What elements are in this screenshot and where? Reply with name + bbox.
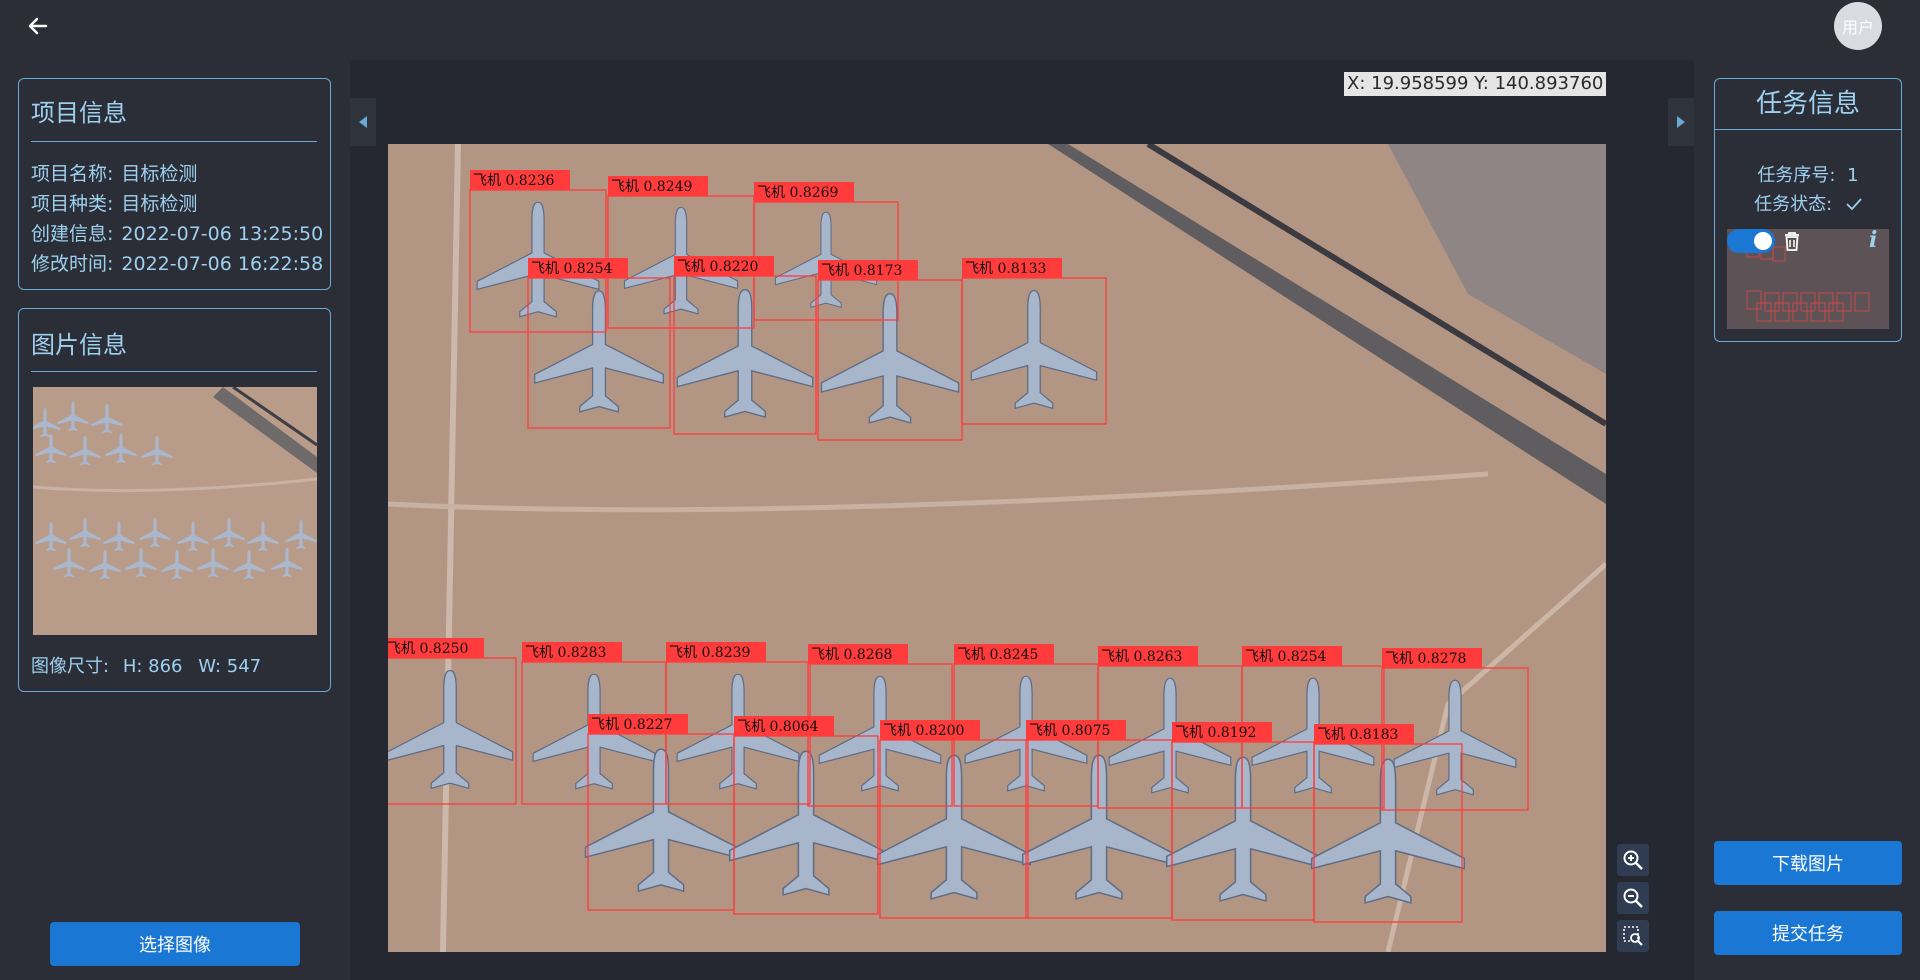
zoom-out-icon <box>1623 888 1643 908</box>
project-name-value: 目标检测 <box>121 163 198 185</box>
check-icon <box>1846 198 1862 211</box>
caret-right-icon <box>1677 116 1685 128</box>
detection-label: 飞机 0.8283 <box>525 645 606 661</box>
detection-label: 飞机 0.8278 <box>1385 651 1466 667</box>
task-status-row: 任务状态: <box>1715 190 1901 216</box>
detection-label: 飞机 0.8254 <box>1245 649 1327 665</box>
modified-label: 修改时间: <box>31 253 114 275</box>
info-icon[interactable]: i <box>1869 227 1889 253</box>
project-info-panel: 项目信息 项目名称: 目标检测 项目种类: 目标检测 创建信息: 2022-07-06… <box>18 78 331 290</box>
detection-label: 飞机 0.8227 <box>591 717 672 733</box>
detection-label: 飞机 0.8268 <box>811 647 892 663</box>
collapse-right-button[interactable] <box>1668 98 1694 146</box>
zoom-selection-button[interactable] <box>1617 920 1649 952</box>
divider <box>31 141 317 142</box>
project-info-title: 项目信息 <box>31 99 127 127</box>
detection-label: 飞机 0.8269 <box>757 185 838 201</box>
image-size-row: 图像尺寸: H: 866 W: 547 <box>31 652 261 678</box>
zoom-out-button[interactable] <box>1617 882 1649 914</box>
zoom-selection-icon <box>1623 926 1643 946</box>
top-bar: 用户 <box>0 0 1920 50</box>
project-type-value: 目标检测 <box>121 193 198 215</box>
trash-icon[interactable] <box>1781 230 1803 252</box>
image-height: H: 866 <box>122 656 183 677</box>
detection-label: 飞机 0.8220 <box>677 259 758 275</box>
avatar[interactable]: 用户 <box>1834 2 1882 50</box>
modified-value: 2022-07-06 16:22:58 <box>121 253 324 275</box>
task-info-panel: 任务信息 任务序号: 1 任务状态: i <box>1714 78 1902 342</box>
task-seq-value: 1 <box>1847 165 1859 186</box>
caret-left-icon <box>359 116 367 128</box>
detection-label: 飞机 0.8239 <box>669 645 750 661</box>
detection-label: 飞机 0.8200 <box>883 723 964 739</box>
image-thumbnail[interactable] <box>33 387 317 635</box>
detection-label: 飞机 0.8075 <box>1029 723 1110 739</box>
detection-label: 飞机 0.8263 <box>1101 649 1182 665</box>
task-status-label: 任务状态: <box>1754 194 1833 215</box>
detection-label: 飞机 0.8245 <box>957 647 1038 663</box>
image-size-label: 图像尺寸: <box>31 656 110 677</box>
detection-label: 飞机 0.8183 <box>1317 727 1398 743</box>
submit-task-button[interactable]: 提交任务 <box>1714 911 1902 955</box>
project-name-label: 项目名称: <box>31 163 114 185</box>
created-row: 创建信息: 2022-07-06 13:25:50 <box>31 219 323 246</box>
toggle-knob <box>1754 232 1772 250</box>
arrow-left-icon[interactable] <box>24 12 52 40</box>
task-info-title: 任务信息 <box>1755 89 1860 119</box>
detection-label: 飞机 0.8064 <box>737 719 819 735</box>
detection-image[interactable]: 飞机 0.8236 飞机 0.8249 飞机 0.8269 飞机 0.8254 飞机 0… <box>388 144 1606 952</box>
detection-label: 飞机 0.8236 <box>473 173 555 189</box>
divider <box>31 371 317 372</box>
collapse-left-button[interactable] <box>350 98 376 146</box>
detection-label: 飞机 0.8250 <box>388 641 468 657</box>
project-type-label: 项目种类: <box>31 193 114 215</box>
task-seq-row: 任务序号: 1 <box>1715 161 1901 187</box>
coordinate-readout: X: 19.958599 Y: 140.893760 <box>1344 72 1607 96</box>
created-label: 创建信息: <box>31 223 114 245</box>
modified-row: 修改时间: 2022-07-06 16:22:58 <box>31 249 323 276</box>
zoom-in-button[interactable] <box>1617 844 1649 876</box>
detection-label: 飞机 0.8133 <box>965 261 1046 277</box>
detection-label: 飞机 0.8192 <box>1175 725 1256 741</box>
project-name-row: 项目名称: 目标检测 <box>31 159 197 186</box>
detection-label: 飞机 0.8249 <box>611 179 692 195</box>
detection-label: 飞机 0.8254 <box>531 261 613 277</box>
download-image-button[interactable]: 下载图片 <box>1714 841 1902 885</box>
created-value: 2022-07-06 13:25:50 <box>121 223 324 245</box>
select-image-button[interactable]: 选择图像 <box>50 922 300 966</box>
zoom-in-icon <box>1623 850 1643 870</box>
image-info-title: 图片信息 <box>31 331 127 359</box>
divider <box>1715 129 1901 130</box>
visibility-toggle[interactable] <box>1727 229 1775 253</box>
project-type-row: 项目种类: 目标检测 <box>31 189 197 216</box>
task-seq-label: 任务序号: <box>1757 165 1836 186</box>
image-info-panel: 图片信息 图像尺寸: H: 866 W: 547 <box>18 308 331 692</box>
detection-label: 飞机 0.8173 <box>821 263 902 279</box>
image-width: W: 547 <box>198 656 262 677</box>
